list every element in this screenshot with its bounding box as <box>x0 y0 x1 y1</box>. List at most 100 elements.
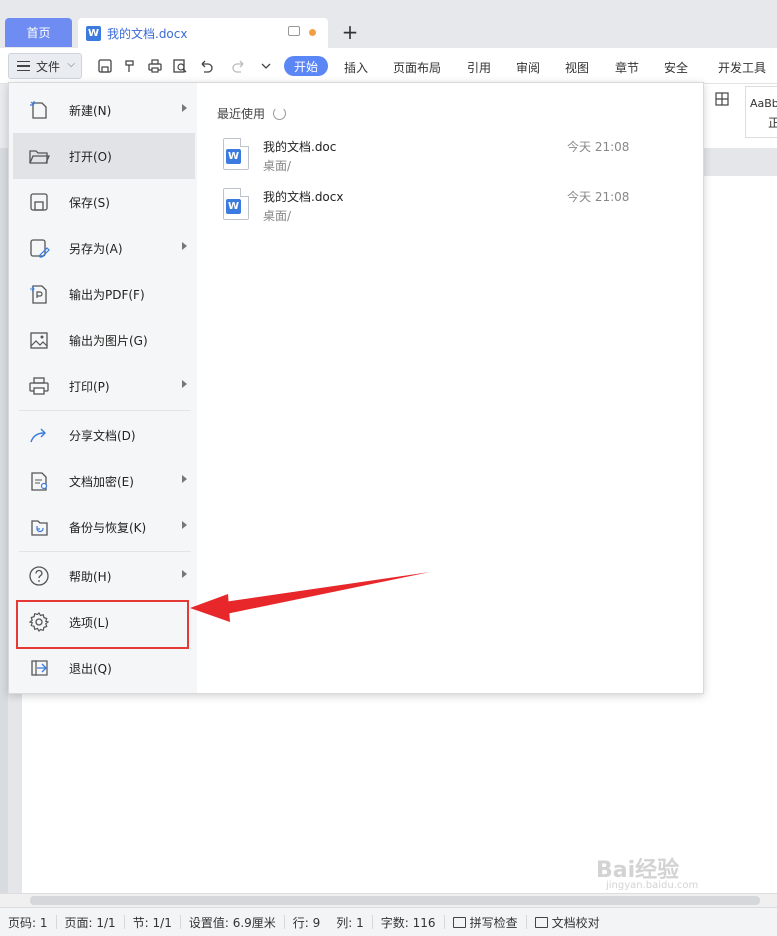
proofread-label: 文档校对 <box>551 915 600 930</box>
horizontal-scrollbar[interactable] <box>0 893 777 907</box>
menu-item-label: 输出为图片(G) <box>69 333 148 348</box>
menu-item-help[interactable]: 帮助(H) <box>13 553 195 599</box>
quick-print-icon[interactable] <box>147 58 163 74</box>
menu-item-label: 分享文档(D) <box>69 428 136 443</box>
tab-view[interactable]: 视图 <box>565 59 589 76</box>
tab-review[interactable]: 审阅 <box>516 59 540 76</box>
status-col: 列: 1 <box>328 915 373 930</box>
recent-file-name: 我的文档.docx <box>263 190 344 204</box>
status-page[interactable]: 页面: 1/1 <box>57 915 125 930</box>
style-name: 正 <box>768 116 777 130</box>
tab-references[interactable]: 引用 <box>467 59 491 76</box>
submenu-arrow-icon <box>182 570 187 578</box>
menu-item-label: 文档加密(E) <box>69 474 134 489</box>
new-icon <box>27 98 51 122</box>
open-folder-icon <box>27 144 51 168</box>
submenu-arrow-icon <box>182 475 187 483</box>
menu-item-save-as[interactable]: 另存为(A) <box>13 225 195 271</box>
pdf-export-icon <box>27 282 51 306</box>
style-gallery[interactable]: AaBb 正 <box>745 86 777 138</box>
status-section[interactable]: 节: 1/1 <box>125 915 181 930</box>
recent-files-title: 最近使用 <box>217 107 266 121</box>
tab-insert[interactable]: 插入 <box>344 59 368 76</box>
print-icon <box>27 374 51 398</box>
menu-item-export-pdf[interactable]: 输出为PDF(F) <box>13 271 195 317</box>
hamburger-icon <box>17 61 30 71</box>
watermark-url: jingyan.baidu.com <box>606 880 699 891</box>
status-page-number[interactable]: 页码: 1 <box>0 915 57 930</box>
recent-file-item[interactable]: W 我的文档.docx 桌面/ 今天 21:08 <box>223 188 643 232</box>
image-export-icon <box>27 328 51 352</box>
tab-start[interactable]: 开始 <box>284 56 328 76</box>
menu-item-label: 另存为(A) <box>69 241 123 256</box>
file-menu-label: 文件 <box>36 59 61 74</box>
format-painter-icon[interactable] <box>122 58 138 74</box>
tab-home[interactable]: 首页 <box>5 18 72 47</box>
new-tab-button[interactable]: + <box>340 20 360 44</box>
menu-item-label: 打印(P) <box>69 379 110 394</box>
word-doc-icon: W <box>223 138 249 170</box>
backup-icon <box>27 515 51 539</box>
menu-item-label: 备份与恢复(K) <box>69 520 147 535</box>
menu-item-open[interactable]: 打开(O) <box>13 133 195 179</box>
exit-icon <box>27 656 51 680</box>
menu-item-print[interactable]: 打印(P) <box>13 363 195 409</box>
recent-file-time: 今天 21:08 <box>567 190 630 204</box>
tab-developer[interactable]: 开发工具 <box>718 59 766 76</box>
word-doc-icon: W <box>223 188 249 220</box>
recent-files-heading: 最近使用 <box>217 105 287 122</box>
recent-file-time: 今天 21:08 <box>567 140 630 154</box>
spellcheck-icon <box>452 916 466 928</box>
menu-item-label: 新建(N) <box>69 103 112 118</box>
print-preview-icon[interactable] <box>172 58 188 74</box>
undo-icon[interactable] <box>198 58 214 74</box>
file-menu-button[interactable]: 文件 ⌵ <box>8 53 82 79</box>
proofread-button[interactable]: 文档校对 <box>527 915 608 930</box>
main-toolbar: 文件 ⌵ 开始 插入 页面布局 引用 审阅 视图 章节 安全 开发工具 <box>0 48 777 84</box>
redo-icon[interactable] <box>231 58 247 74</box>
menu-item-label: 保存(S) <box>69 195 110 210</box>
proofread-icon <box>534 916 548 928</box>
file-menu-panel: 新建(N) 打开(O) 保存(S) 另存为(A) 输出为PDF(F) 输出为图片… <box>8 82 704 694</box>
monitor-icon[interactable] <box>288 26 300 36</box>
submenu-arrow-icon <box>182 104 187 112</box>
tab-chapter[interactable]: 章节 <box>615 59 639 76</box>
recent-file-path: 桌面/ <box>263 159 292 173</box>
scrollbar-thumb[interactable] <box>30 896 760 905</box>
submenu-arrow-icon <box>182 521 187 529</box>
menu-item-export-image[interactable]: 输出为图片(G) <box>13 317 195 363</box>
menu-item-encrypt[interactable]: 文档加密(E) <box>13 458 195 504</box>
share-icon <box>27 423 51 447</box>
submenu-arrow-icon <box>182 242 187 250</box>
status-bar: 页码: 1 页面: 1/1 节: 1/1 设置值: 6.9厘米 行: 9 列: … <box>0 907 777 936</box>
file-menu-list: 新建(N) 打开(O) 保存(S) 另存为(A) 输出为PDF(F) 输出为图片… <box>9 83 197 693</box>
menu-item-backup[interactable]: 备份与恢复(K) <box>13 504 195 550</box>
tab-page-layout[interactable]: 页面布局 <box>393 59 441 76</box>
menu-item-exit[interactable]: 退出(Q) <box>13 645 195 691</box>
menu-item-label: 退出(Q) <box>69 661 112 676</box>
quick-access-dropdown-icon[interactable] <box>258 58 274 74</box>
status-setting[interactable]: 设置值: 6.9厘米 <box>181 915 285 930</box>
options-highlight-box <box>16 600 189 649</box>
submenu-arrow-icon <box>182 380 187 388</box>
chevron-down-icon: ⌵ <box>67 59 75 70</box>
menu-item-save[interactable]: 保存(S) <box>13 179 195 225</box>
spellcheck-label: 拼写检查 <box>469 915 518 930</box>
refresh-icon[interactable] <box>273 107 287 120</box>
menu-item-label: 打开(O) <box>69 149 112 164</box>
spellcheck-button[interactable]: 拼写检查 <box>445 915 527 930</box>
save-icon <box>27 190 51 214</box>
table-icon[interactable] <box>714 91 730 107</box>
menu-separator <box>19 551 191 552</box>
unsaved-dot-icon <box>309 29 316 36</box>
tab-document[interactable]: W 我的文档.docx <box>78 18 328 48</box>
word-doc-icon: W <box>86 25 101 41</box>
menu-item-new[interactable]: 新建(N) <box>13 87 195 133</box>
menu-item-label: 输出为PDF(F) <box>69 287 145 302</box>
tab-security[interactable]: 安全 <box>664 59 688 76</box>
status-word-count[interactable]: 字数: 116 <box>373 915 445 930</box>
recent-file-item[interactable]: W 我的文档.doc 桌面/ 今天 21:08 <box>223 138 643 182</box>
menu-item-share[interactable]: 分享文档(D) <box>13 412 195 458</box>
menu-item-label: 帮助(H) <box>69 569 112 584</box>
quick-save-icon[interactable] <box>97 58 113 74</box>
